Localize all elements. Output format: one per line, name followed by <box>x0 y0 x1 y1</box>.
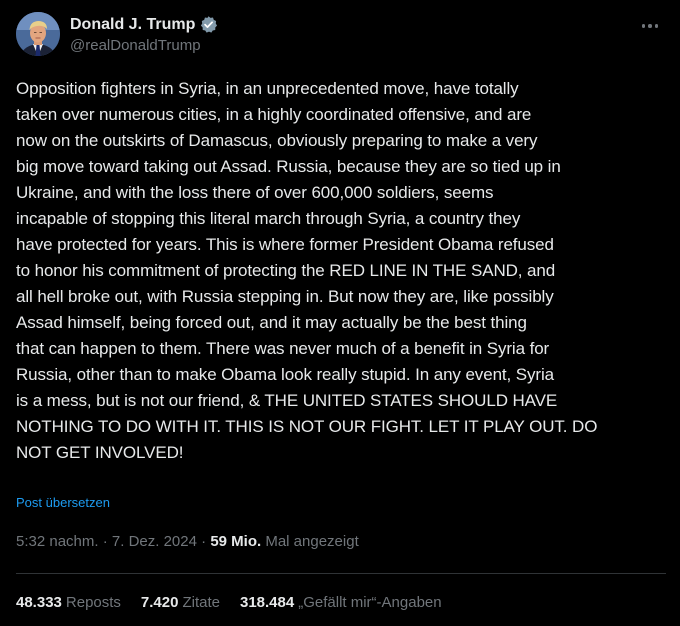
translate-post-link[interactable]: Post übersetzen <box>16 495 110 510</box>
quotes-stat[interactable]: 7.420 Zitate <box>141 594 220 611</box>
author-handle[interactable]: @realDonaldTrump <box>70 37 218 54</box>
verified-badge-icon[interactable] <box>199 15 218 34</box>
meta-separator: · <box>196 533 211 550</box>
post-detail: Donald J. Trump @realDonaldTrump Opposit… <box>0 0 680 626</box>
reposts-count: 48.333 <box>16 594 62 611</box>
author-display-name[interactable]: Donald J. Trump <box>70 16 195 34</box>
dot <box>648 24 652 28</box>
meta-separator: · <box>98 533 112 550</box>
display-name-row: Donald J. Trump <box>70 14 218 35</box>
post-date[interactable]: 7. Dez. 2024 <box>112 533 197 550</box>
avatar[interactable] <box>16 12 60 56</box>
engagement-stats: 48.333 Reposts 7.420 Zitate 318.484 „Gefäll… <box>16 594 442 611</box>
more-options-icon[interactable] <box>638 16 662 36</box>
views-count: 59 Mio. <box>210 533 262 550</box>
views-label: Mal angezeigt <box>261 533 359 550</box>
avatar-portrait-icon <box>16 12 60 56</box>
dot <box>654 24 659 28</box>
likes-label: „Gefällt mir“-Angaben <box>298 594 442 611</box>
dot <box>641 24 646 28</box>
reposts-stat[interactable]: 48.333 Reposts <box>16 594 121 611</box>
author-names: Donald J. Trump @realDonaldTrump <box>70 14 218 54</box>
quotes-count: 7.420 <box>140 594 179 611</box>
post-time[interactable]: 5:32 nachm. <box>16 533 99 550</box>
reposts-label: Reposts <box>65 594 121 611</box>
likes-count: 318.484 <box>239 594 295 611</box>
post-meta: 5:32 nachm. · 7. Dez. 2024 · 59 Mio. Mal… <box>16 533 359 550</box>
likes-stat[interactable]: 318.484 „Gefällt mir“-Angaben <box>240 594 442 611</box>
divider <box>16 573 666 574</box>
post-text: Opposition fighters in Syria, in an unpr… <box>16 79 598 462</box>
quotes-label: Zitate <box>182 594 220 611</box>
post-header: Donald J. Trump @realDonaldTrump <box>16 12 664 60</box>
